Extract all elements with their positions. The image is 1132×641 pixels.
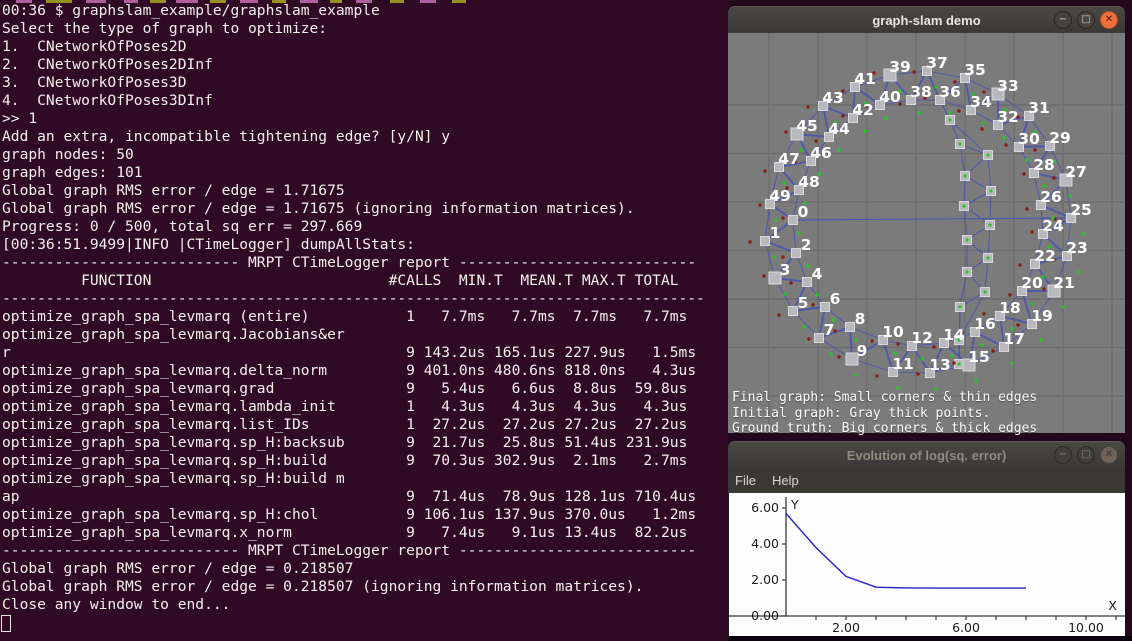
- svg-text:0: 0: [798, 203, 809, 221]
- svg-text:49: 49: [769, 187, 791, 205]
- close-icon[interactable]: ✕: [1100, 11, 1118, 29]
- svg-text:29: 29: [1049, 129, 1071, 147]
- chart-canvas: 2.00 6.00 10.00 0.00 2.00 4.00 6.00 Y X: [729, 493, 1125, 636]
- graphslam-demo-window: graph-slam demo − □ ✕ 012345678910111213…: [728, 6, 1125, 433]
- svg-text:45: 45: [796, 117, 818, 135]
- svg-text:37: 37: [926, 54, 948, 72]
- svg-text:24: 24: [1042, 217, 1064, 235]
- svg-text:10: 10: [882, 323, 904, 341]
- terminal-cursor: [1, 615, 11, 632]
- svg-text:22: 22: [1034, 247, 1056, 265]
- error-plot-window: Evolution of log(sq. error) − □ ✕ File H…: [728, 441, 1125, 636]
- svg-text:2.00: 2.00: [832, 620, 860, 635]
- terminal-clipped-prompt-line: [0, 0, 728, 4]
- svg-text:30: 30: [1018, 130, 1040, 148]
- plot-window-titlebar[interactable]: Evolution of log(sq. error) − □ ✕: [728, 441, 1125, 468]
- svg-text:10.00: 10.00: [1068, 620, 1104, 635]
- plot-menubar: File Help: [728, 468, 1125, 493]
- svg-text:27: 27: [1065, 163, 1087, 181]
- svg-text:47: 47: [778, 150, 800, 168]
- svg-text:X: X: [1108, 598, 1117, 613]
- demo-window-titlebar[interactable]: graph-slam demo − □ ✕: [728, 6, 1125, 33]
- svg-text:Y: Y: [790, 497, 799, 512]
- minimize-icon[interactable]: −: [1054, 446, 1072, 464]
- svg-text:5: 5: [798, 294, 809, 312]
- svg-text:15: 15: [968, 348, 990, 366]
- svg-text:8: 8: [855, 310, 866, 328]
- svg-text:2: 2: [801, 236, 812, 254]
- svg-text:40: 40: [879, 88, 901, 106]
- svg-text:34: 34: [970, 93, 992, 111]
- svg-text:4: 4: [812, 265, 823, 283]
- svg-text:3: 3: [780, 261, 791, 279]
- svg-text:19: 19: [1031, 307, 1053, 325]
- error-plot-canvas[interactable]: 2.00 6.00 10.00 0.00 2.00 4.00 6.00 Y X: [728, 493, 1125, 636]
- svg-text:21: 21: [1053, 274, 1075, 292]
- maximize-icon[interactable]: □: [1077, 446, 1095, 464]
- svg-text:1: 1: [770, 224, 781, 242]
- close-icon[interactable]: ✕: [1100, 446, 1118, 464]
- svg-text:32: 32: [997, 108, 1019, 126]
- svg-text:41: 41: [854, 70, 876, 88]
- svg-text:35: 35: [964, 61, 986, 79]
- screen-bottom-edge: [728, 636, 1132, 641]
- menu-help[interactable]: Help: [764, 473, 807, 488]
- svg-text:6.00: 6.00: [751, 500, 779, 515]
- svg-text:36: 36: [939, 83, 961, 101]
- svg-text:2.00: 2.00: [751, 572, 779, 587]
- svg-text:48: 48: [798, 173, 820, 191]
- svg-text:23: 23: [1066, 239, 1088, 257]
- svg-text:14: 14: [943, 326, 965, 344]
- svg-text:44: 44: [828, 120, 850, 138]
- svg-text:11: 11: [892, 355, 914, 373]
- graph-3d-viewport[interactable]: 0123456789101112131415161718192021222324…: [728, 33, 1125, 433]
- svg-text:33: 33: [997, 77, 1019, 95]
- minimize-icon[interactable]: −: [1054, 11, 1072, 29]
- svg-text:38: 38: [910, 83, 932, 101]
- svg-text:18: 18: [999, 299, 1021, 317]
- svg-text:43: 43: [822, 89, 844, 107]
- menu-file[interactable]: File: [728, 473, 764, 488]
- svg-text:31: 31: [1028, 99, 1050, 117]
- svg-text:16: 16: [974, 315, 996, 333]
- svg-text:39: 39: [889, 58, 911, 76]
- svg-text:4.00: 4.00: [751, 536, 779, 551]
- svg-text:17: 17: [1003, 330, 1025, 348]
- svg-text:20: 20: [1021, 274, 1043, 292]
- svg-text:42: 42: [852, 101, 874, 119]
- svg-text:7: 7: [824, 321, 835, 339]
- terminal-window[interactable]: 00:36 $ graphslam_example/graphslam_exam…: [0, 0, 728, 641]
- svg-text:13: 13: [929, 356, 951, 374]
- svg-text:46: 46: [810, 144, 832, 162]
- svg-text:12: 12: [911, 329, 933, 347]
- svg-text:6: 6: [830, 290, 841, 308]
- svg-text:28: 28: [1033, 156, 1055, 174]
- svg-text:0.00: 0.00: [751, 608, 779, 623]
- graph-legend-overlay: Final graph: Small corners & thin edges …: [732, 390, 1037, 437]
- svg-text:6.00: 6.00: [952, 620, 980, 635]
- terminal-output: 00:36 $ graphslam_example/graphslam_exam…: [0, 0, 728, 614]
- graph-canvas: 0123456789101112131415161718192021222324…: [728, 33, 1125, 433]
- svg-text:25: 25: [1070, 201, 1092, 219]
- maximize-icon[interactable]: □: [1077, 11, 1095, 29]
- svg-text:26: 26: [1040, 188, 1062, 206]
- svg-text:9: 9: [857, 342, 868, 360]
